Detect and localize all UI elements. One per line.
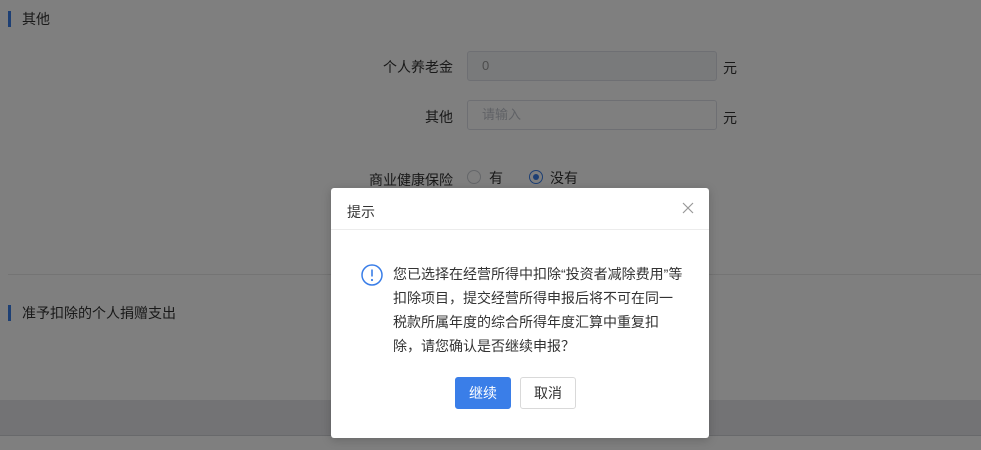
info-icon — [360, 263, 384, 287]
close-icon[interactable] — [681, 202, 695, 216]
dialog-title: 提示 — [347, 204, 375, 220]
confirm-dialog: 提示 您已选择在经营所得中扣除“投资者减除费用”等扣除项目，提交经营所得申报后将… — [331, 188, 709, 438]
dialog-divider — [331, 229, 709, 230]
dialog-message: 您已选择在经营所得中扣除“投资者减除费用”等扣除项目，提交经营所得申报后将不可在… — [393, 266, 683, 354]
cancel-button[interactable]: 取消 — [520, 377, 576, 409]
continue-button[interactable]: 继续 — [455, 377, 511, 409]
